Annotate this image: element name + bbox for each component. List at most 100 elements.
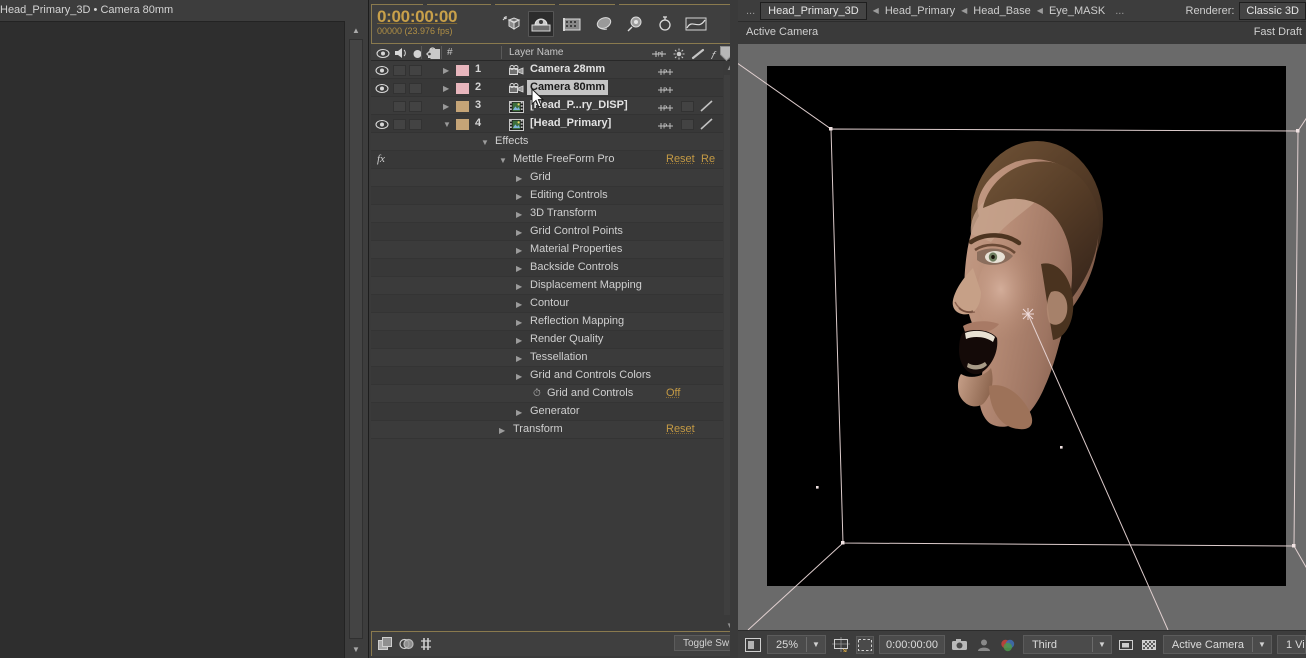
layer-audio-toggle[interactable] <box>393 83 406 94</box>
frame-blend-switch-icon[interactable] <box>399 637 414 656</box>
motion-blur-switch-icon[interactable] <box>420 637 432 656</box>
property-twirl-icon[interactable]: ▶ <box>516 210 522 219</box>
property-value[interactable]: Reset <box>666 423 695 435</box>
scroll-down-icon[interactable]: ▼ <box>349 642 363 656</box>
property-value-secondary[interactable]: Re <box>701 153 715 165</box>
timeline-property-row[interactable]: ▶ Backside Controls <box>371 259 737 277</box>
layer-name[interactable]: Camera 28mm <box>527 62 608 77</box>
current-time-display[interactable]: 0:00:00:00 00000 (23.976 fps) <box>377 8 457 37</box>
nav-trailing-dots[interactable]: ... <box>1105 5 1134 17</box>
property-label[interactable]: Generator <box>530 405 580 417</box>
timeline-property-row[interactable]: ▶ Transform Reset <box>371 421 737 439</box>
timeline-property-row[interactable]: ▶ Editing Controls <box>371 187 737 205</box>
layer-visibility-eye-icon[interactable] <box>375 100 389 113</box>
nav-comp-head-base[interactable]: Head_Base <box>973 5 1031 17</box>
layer-visibility-eye-icon[interactable] <box>375 118 389 131</box>
timeline-property-row[interactable]: ▶ Grid <box>371 169 737 187</box>
nav-comp-eye-mask[interactable]: Eye_MASK <box>1049 5 1105 17</box>
comp-flowchart-icon[interactable] <box>378 637 393 656</box>
resolution-value[interactable]: Third <box>1024 639 1092 651</box>
property-label[interactable]: Grid and Controls Colors <box>530 369 651 381</box>
property-stopwatch-icon[interactable]: ⏱ <box>533 388 541 399</box>
toggle-switches-modes-button[interactable]: Toggle Sw <box>674 635 734 651</box>
always-preview-icon[interactable] <box>744 636 762 654</box>
graph-editor-icon[interactable] <box>683 11 709 37</box>
column-header-layer-name[interactable]: Layer Name <box>509 47 563 58</box>
left-panel-viewport[interactable] <box>0 21 345 658</box>
layer-solo-toggle[interactable] <box>409 83 422 94</box>
toggle-mask-paths-icon[interactable] <box>855 635 874 654</box>
chevron-down-icon-resolution[interactable]: ▼ <box>1093 640 1111 649</box>
layer-quality-switch[interactable] <box>681 101 694 112</box>
take-snapshot-icon[interactable] <box>950 636 970 654</box>
property-label[interactable]: 3D Transform <box>530 207 597 219</box>
timeline-property-row[interactable]: ⏱ Grid and Controls Off <box>371 385 737 403</box>
timeline-property-row[interactable]: fx ▼ Mettle FreeForm Pro Reset Re <box>371 151 737 169</box>
property-label[interactable]: Render Quality <box>530 333 603 345</box>
chevron-down-icon-view[interactable]: ▼ <box>1253 640 1271 649</box>
property-twirl-icon[interactable]: ▶ <box>516 246 522 255</box>
property-label[interactable]: Reflection Mapping <box>530 315 624 327</box>
timeline-property-row[interactable]: ▶ Grid and Controls Colors <box>371 367 737 385</box>
chevron-down-icon-zoom[interactable]: ▼ <box>807 640 825 649</box>
timeline-property-row[interactable]: ▼ Effects <box>371 133 737 151</box>
timeline-property-row[interactable]: ▶ Reflection Mapping <box>371 313 737 331</box>
nav-leading-ellipsis[interactable]: ... <box>738 5 760 17</box>
toggle-transparency-grid-icon[interactable] <box>1140 636 1158 654</box>
property-twirl-icon[interactable]: ▶ <box>516 192 522 201</box>
view-camera-select[interactable]: Active Camera ▼ <box>1162 635 1272 654</box>
property-twirl-icon[interactable]: ▶ <box>516 300 522 309</box>
timeline-property-row[interactable]: ▶ Material Properties <box>371 241 737 259</box>
property-twirl-icon[interactable]: ▼ <box>499 156 507 165</box>
property-label[interactable]: Grid Control Points <box>530 225 623 237</box>
property-twirl-icon[interactable]: ▼ <box>481 138 489 147</box>
layer-audio-toggle[interactable] <box>393 65 406 76</box>
property-label[interactable]: Editing Controls <box>530 189 608 201</box>
timeline-property-row[interactable]: ▶ Render Quality <box>371 331 737 349</box>
view-camera-value[interactable]: Active Camera <box>1164 639 1252 651</box>
hide-shy-layers-icon[interactable] <box>559 11 585 37</box>
viewer-canvas[interactable] <box>738 44 1306 630</box>
layer-label-swatch[interactable] <box>456 83 469 94</box>
layer-name[interactable]: [Head_Primary] <box>527 116 614 131</box>
layer-label-swatch[interactable] <box>456 119 469 130</box>
effect-fx-icon[interactable]: fx <box>377 153 385 165</box>
scroll-up-icon[interactable]: ▲ <box>349 23 363 37</box>
toggle-guides-icon[interactable] <box>1117 636 1135 654</box>
timeline-property-row[interactable]: ▶ Generator <box>371 403 737 421</box>
timeline-layer-row[interactable]: ▶ 1 Camera 28mm P <box>371 61 737 79</box>
timeline-property-row[interactable]: ▶ 3D Transform <box>371 205 737 223</box>
live-update-icon[interactable] <box>497 11 523 37</box>
layer-twirl-icon[interactable]: ▼ <box>443 120 451 129</box>
layer-solo-toggle[interactable] <box>409 119 422 130</box>
draft-3d-icon[interactable] <box>528 11 554 37</box>
property-label[interactable]: Backside Controls <box>530 261 619 273</box>
region-of-interest-icon[interactable] <box>831 636 851 654</box>
layer-visibility-eye-icon[interactable] <box>375 64 389 77</box>
left-panel-scrollbar[interactable]: ▲ ▼ <box>345 21 368 658</box>
property-label[interactable]: Transform <box>513 423 563 435</box>
layer-twirl-icon[interactable]: ▶ <box>443 84 449 93</box>
nav-current-comp[interactable]: Head_Primary_3D <box>760 1 867 20</box>
timeline-property-row[interactable]: ▶ Contour <box>371 295 737 313</box>
nav-comp-head-primary[interactable]: Head_Primary <box>885 5 955 17</box>
panel-divider-right[interactable] <box>730 0 738 658</box>
timeline-property-row[interactable]: ▶ Displacement Mapping <box>371 277 737 295</box>
property-value[interactable]: Off <box>666 387 680 399</box>
timeline-layer-row[interactable]: ▶ 2 Camera 80mm P <box>371 79 737 97</box>
property-label[interactable]: Grid <box>530 171 551 183</box>
layer-twirl-icon[interactable]: ▶ <box>443 66 449 75</box>
timeline-property-row[interactable]: ▶ Grid Control Points <box>371 223 737 241</box>
layer-label-swatch[interactable] <box>456 101 469 112</box>
channel-rgb-icon[interactable] <box>998 636 1018 654</box>
timeline-layer-row[interactable]: ▶ 3 [Head_P...ry_DISP] P <box>371 97 737 115</box>
property-twirl-icon[interactable]: ▶ <box>516 354 522 363</box>
layer-name[interactable]: Camera 80mm <box>527 80 609 95</box>
property-value[interactable]: Reset <box>666 153 695 165</box>
property-twirl-icon[interactable]: ▶ <box>516 264 522 273</box>
auto-keyframe-icon[interactable] <box>652 11 678 37</box>
show-snapshot-icon[interactable] <box>975 636 993 654</box>
renderer-value-button[interactable]: Classic 3D <box>1239 1 1306 20</box>
layer-twirl-icon[interactable]: ▶ <box>443 102 449 111</box>
property-label[interactable]: Mettle FreeForm Pro <box>513 153 614 165</box>
